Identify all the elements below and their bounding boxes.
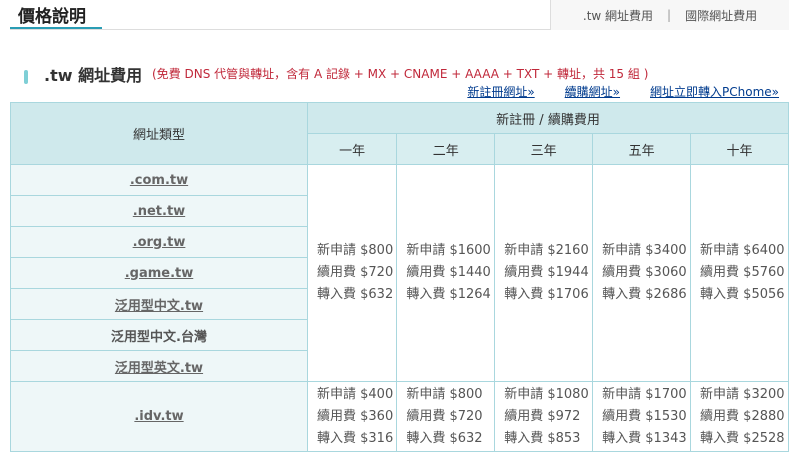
price-line: 續用費 $5760 — [700, 265, 785, 280]
price-line: 轉入費 $632 — [406, 430, 483, 446]
domain-type-cell: 泛用型英文.tw — [10, 350, 308, 382]
price-line: 續用費 $972 — [504, 408, 581, 424]
price-line: 新申請 $800 — [317, 243, 394, 258]
domain-type-cell: .com.tw — [10, 164, 308, 196]
fee-group-header: 新註冊 / 續購費用 — [307, 102, 789, 134]
domain-type-cell: .org.tw — [10, 226, 308, 258]
domain-type-cell: 泛用型中文.台灣 — [10, 319, 308, 351]
price-line: 新申請 $6400 — [700, 243, 785, 258]
price-line: 新申請 $2160 — [504, 243, 589, 258]
domain-type-cell: .idv.tw — [10, 381, 308, 452]
price-cell: 新申請 $1600 續用費 $1440 轉入費 $1264 — [396, 164, 496, 382]
domain-type-link[interactable]: .idv.tw — [134, 409, 183, 424]
year-header: 十年 — [690, 133, 789, 165]
year-header: 一年 — [306, 133, 398, 165]
price-line: 新申請 $1600 — [406, 243, 491, 258]
price-line: 轉入費 $1264 — [406, 287, 491, 302]
table-row: .com.tw 新申請 $800 續用費 $720 轉入費 $632 新申請 $1600… — [10, 164, 789, 382]
domain-type-link[interactable]: .com.tw — [130, 173, 188, 188]
action-links: 新註冊網址» 續購網址» 網址立即轉入PChome» — [467, 83, 779, 100]
renew-link[interactable]: 續購網址» — [565, 83, 620, 100]
price-line: 新申請 $3200 — [700, 386, 785, 402]
page-header: 價格說明 .tw 網址費用 | 國際網址費用 — [0, 0, 799, 30]
year-header: 二年 — [396, 133, 496, 165]
transfer-link[interactable]: 網址立即轉入PChome» — [650, 83, 779, 100]
price-line: 新申請 $1700 — [602, 386, 687, 402]
tab-separator: | — [667, 8, 672, 22]
price-line: 續用費 $2880 — [700, 408, 785, 424]
price-line: 轉入費 $5056 — [700, 287, 785, 302]
domain-type-cell: 泛用型中文.tw — [10, 288, 308, 320]
tab-international-fees[interactable]: 國際網址費用 — [685, 7, 757, 24]
domain-type-label: 泛用型中文.台灣 — [111, 329, 207, 345]
price-cell: 新申請 $800 續用費 $720 轉入費 $632 — [396, 381, 496, 452]
section-header: .tw 網址費用 (免費 DNS 代管與轉址，含有 A 記錄 + MX + CN… — [24, 62, 784, 85]
price-line: 轉入費 $2686 — [602, 287, 687, 302]
domain-type-link[interactable]: .game.tw — [125, 266, 194, 281]
table-row: .idv.tw 新申請 $400 續用費 $360 轉入費 $316 新申請 $800 續… — [10, 381, 789, 452]
price-cell: 新申請 $1080 續用費 $972 轉入費 $853 — [494, 381, 594, 452]
domain-type-link[interactable]: .org.tw — [133, 235, 186, 250]
page-title: 價格說明 — [18, 7, 86, 27]
price-line: 轉入費 $1343 — [602, 430, 687, 446]
price-line: 續用費 $1944 — [504, 265, 589, 280]
price-cell: 新申請 $6400 續用費 $5760 轉入費 $5056 — [690, 164, 789, 382]
price-line: 續用費 $360 — [317, 408, 394, 424]
tab-tw-fees[interactable]: .tw 網址費用 — [583, 7, 653, 24]
price-line: 轉入費 $1706 — [504, 287, 589, 302]
domain-type-cell: .game.tw — [10, 257, 308, 289]
section-note: (免費 DNS 代管與轉址，含有 A 記錄 + MX + CNAME + AAA… — [152, 67, 649, 81]
domain-type-link[interactable]: 泛用型中文.tw — [115, 299, 203, 314]
price-line: 新申請 $1080 — [504, 386, 589, 402]
price-line: 續用費 $720 — [317, 265, 394, 280]
price-cell: 新申請 $2160 續用費 $1944 轉入費 $1706 — [494, 164, 594, 382]
price-line: 續用費 $1530 — [602, 408, 687, 424]
domain-type-cell: .net.tw — [10, 195, 308, 227]
year-header: 三年 — [494, 133, 594, 165]
domain-type-link[interactable]: 泛用型英文.tw — [115, 361, 203, 376]
register-link[interactable]: 新註冊網址» — [467, 83, 534, 100]
price-line: 新申請 $800 — [406, 386, 483, 402]
price-line: 續用費 $3060 — [602, 265, 687, 280]
price-table: 網址類型 新註冊 / 續購費用 一年 二年 三年 五年 十年 .com.tw 新申… — [10, 102, 789, 452]
price-cell: 新申請 $1700 續用費 $1530 轉入費 $1343 — [592, 381, 692, 452]
price-line: 新申請 $3400 — [602, 243, 687, 258]
price-cell: 新申請 $3400 續用費 $3060 轉入費 $2686 — [592, 164, 692, 382]
price-line: 續用費 $720 — [406, 408, 483, 424]
price-line: 轉入費 $316 — [317, 430, 394, 446]
type-header: 網址類型 — [10, 102, 308, 165]
price-line: 轉入費 $2528 — [700, 430, 785, 446]
section-title: .tw 網址費用 — [44, 66, 143, 85]
price-cell: 新申請 $3200 續用費 $2880 轉入費 $2528 — [690, 381, 789, 452]
price-cell: 新申請 $800 續用費 $720 轉入費 $632 — [306, 164, 398, 382]
price-cell: 新申請 $400 續用費 $360 轉入費 $316 — [306, 381, 398, 452]
price-line: 續用費 $1440 — [406, 265, 491, 280]
year-header: 五年 — [592, 133, 692, 165]
tab-bar: .tw 網址費用 | 國際網址費用 — [550, 0, 789, 30]
section-marker-icon — [24, 70, 28, 84]
price-line: 轉入費 $853 — [504, 430, 581, 446]
domain-type-link[interactable]: .net.tw — [133, 204, 185, 219]
price-line: 新申請 $400 — [317, 386, 394, 402]
price-line: 轉入費 $632 — [317, 287, 394, 302]
